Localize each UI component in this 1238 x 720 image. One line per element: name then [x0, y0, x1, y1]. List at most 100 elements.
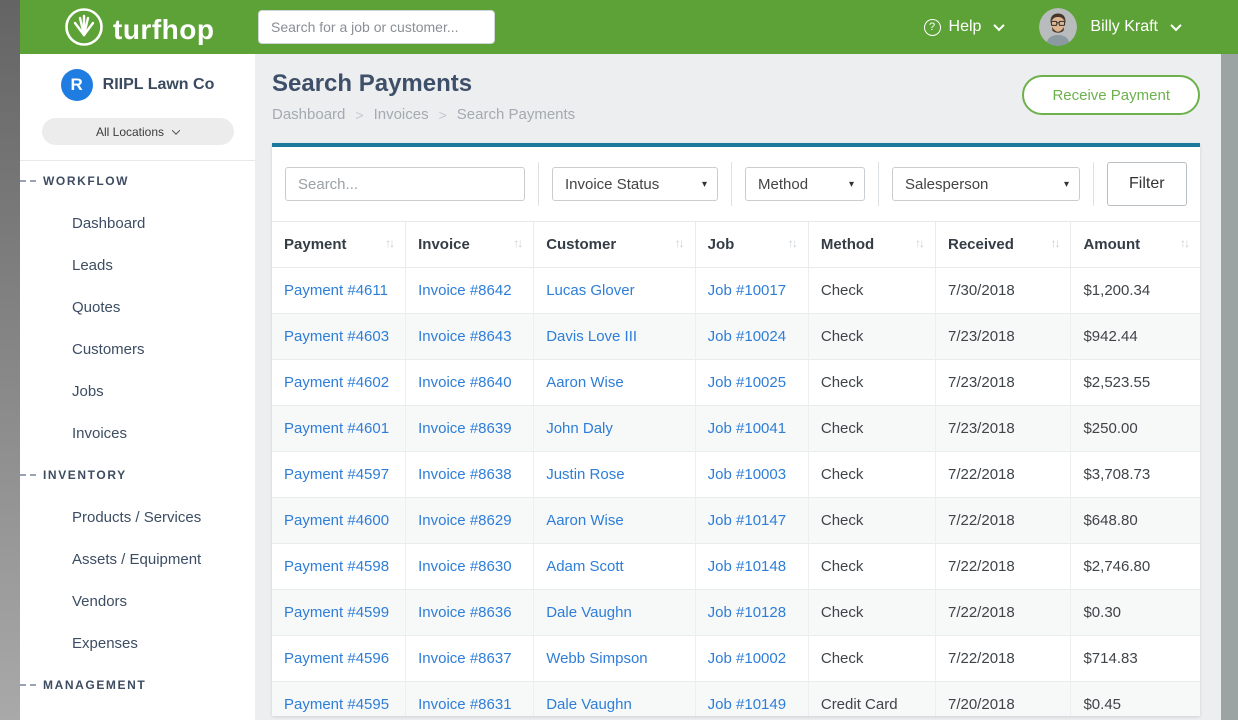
payment-link[interactable]: Payment #4603: [284, 328, 389, 345]
job-link[interactable]: Job #10148: [708, 558, 786, 575]
payment-link[interactable]: Payment #4596: [284, 650, 389, 667]
cell-value: $1,200.34: [1083, 282, 1150, 299]
sidebar-item-customers[interactable]: Customers: [20, 328, 255, 370]
sidebar-item-quotes[interactable]: Quotes: [20, 286, 255, 328]
sidebar-item-dashboard[interactable]: Dashboard: [20, 202, 255, 244]
customer-link[interactable]: Justin Rose: [546, 466, 624, 483]
cell-payment: Payment #4597: [272, 452, 406, 498]
brand-logo[interactable]: turfhop: [64, 7, 214, 52]
help-label: Help: [949, 18, 982, 36]
user-avatar[interactable]: [1039, 8, 1077, 46]
customer-link[interactable]: Dale Vaughn: [546, 604, 632, 621]
payment-link[interactable]: Payment #4599: [284, 604, 389, 621]
payment-link[interactable]: Payment #4600: [284, 512, 389, 529]
sidebar-item-leads[interactable]: Leads: [20, 244, 255, 286]
customer-link[interactable]: John Daly: [546, 420, 613, 437]
cell-invoice: Invoice #8629: [406, 498, 534, 544]
receive-payment-button[interactable]: Receive Payment: [1022, 75, 1200, 115]
invoice-link[interactable]: Invoice #8630: [418, 558, 511, 575]
grass-logo-icon: [64, 7, 104, 52]
cell-method: Check: [808, 452, 935, 498]
filter-button[interactable]: Filter: [1107, 162, 1187, 206]
help-menu[interactable]: ? Help: [924, 18, 1004, 36]
column-header-method[interactable]: Method↑↓: [808, 222, 935, 268]
breadcrumb-invoices[interactable]: Invoices: [374, 106, 429, 123]
payments-card: Invoice Status▾Method▾Salesperson▾ Filte…: [272, 143, 1200, 716]
sidebar-item-products-services[interactable]: Products / Services: [20, 496, 255, 538]
breadcrumb-dashboard[interactable]: Dashboard: [272, 106, 345, 123]
job-link[interactable]: Job #10024: [708, 328, 786, 345]
column-header-job[interactable]: Job↑↓: [695, 222, 808, 268]
method-select[interactable]: Method▾: [745, 167, 865, 201]
invoice-link[interactable]: Invoice #8642: [418, 282, 511, 299]
cell-received: 7/23/2018: [935, 360, 1070, 406]
column-header-amount[interactable]: Amount↑↓: [1071, 222, 1200, 268]
select-value: Salesperson: [905, 176, 988, 193]
user-chevron-down-icon[interactable]: [1170, 20, 1181, 31]
job-link[interactable]: Job #10003: [708, 466, 786, 483]
column-header-invoice[interactable]: Invoice↑↓: [406, 222, 534, 268]
cell-amount: $3,708.73: [1071, 452, 1200, 498]
customer-link[interactable]: Lucas Glover: [546, 282, 634, 299]
filter-group-salesperson: Salesperson▾: [878, 162, 1093, 206]
payment-link[interactable]: Payment #4601: [284, 420, 389, 437]
invoice-link[interactable]: Invoice #8638: [418, 466, 511, 483]
invoice-link[interactable]: Invoice #8640: [418, 374, 511, 391]
customer-link[interactable]: Adam Scott: [546, 558, 624, 575]
customer-link[interactable]: Davis Love III: [546, 328, 637, 345]
customer-link[interactable]: Aaron Wise: [546, 374, 624, 391]
sort-icon: ↑↓: [915, 236, 923, 250]
column-header-customer[interactable]: Customer↑↓: [534, 222, 695, 268]
locations-label: All Locations: [96, 125, 164, 139]
sidebar-item-expenses[interactable]: Expenses: [20, 622, 255, 664]
user-name[interactable]: Billy Kraft: [1090, 18, 1158, 36]
cell-value: 7/30/2018: [948, 282, 1015, 299]
payment-link[interactable]: Payment #4602: [284, 374, 389, 391]
job-link[interactable]: Job #10128: [708, 604, 786, 621]
column-label: Customer: [546, 236, 616, 253]
payment-link[interactable]: Payment #4611: [284, 282, 388, 299]
cell-value: Check: [821, 558, 864, 575]
job-link[interactable]: Job #10041: [708, 420, 786, 437]
cell-value: 7/22/2018: [948, 558, 1015, 575]
global-search-input[interactable]: [258, 10, 495, 44]
invoice-link[interactable]: Invoice #8629: [418, 512, 511, 529]
sidebar-item-jobs[interactable]: Jobs: [20, 370, 255, 412]
invoice-link[interactable]: Invoice #8631: [418, 696, 511, 713]
customer-link[interactable]: Dale Vaughn: [546, 696, 632, 713]
job-link[interactable]: Job #10025: [708, 374, 786, 391]
cell-job: Job #10002: [695, 636, 808, 682]
breadcrumb-separator-icon: >: [355, 107, 363, 123]
sidebar-item-invoices[interactable]: Invoices: [20, 412, 255, 454]
job-link[interactable]: Job #10147: [708, 512, 786, 529]
column-header-payment[interactable]: Payment↑↓: [272, 222, 406, 268]
cell-amount: $942.44: [1071, 314, 1200, 360]
customer-link[interactable]: Webb Simpson: [546, 650, 647, 667]
payment-link[interactable]: Payment #4595: [284, 696, 389, 713]
salesperson-select[interactable]: Salesperson▾: [892, 167, 1080, 201]
invoice-link[interactable]: Invoice #8637: [418, 650, 511, 667]
sidebar-item-assets-equipment[interactable]: Assets / Equipment: [20, 538, 255, 580]
job-link[interactable]: Job #10149: [708, 696, 786, 713]
column-header-received[interactable]: Received↑↓: [935, 222, 1070, 268]
customer-link[interactable]: Aaron Wise: [546, 512, 624, 529]
sidebar-item-vendors[interactable]: Vendors: [20, 580, 255, 622]
payment-link[interactable]: Payment #4598: [284, 558, 389, 575]
payment-link[interactable]: Payment #4597: [284, 466, 389, 483]
caret-down-icon: ▾: [702, 179, 707, 190]
invoice-link[interactable]: Invoice #8643: [418, 328, 511, 345]
cell-value: $714.83: [1083, 650, 1137, 667]
invoice-link[interactable]: Invoice #8636: [418, 604, 511, 621]
job-link[interactable]: Job #10002: [708, 650, 786, 667]
table-row: Payment #4598 Invoice #8630 Adam Scott Job …: [272, 544, 1200, 590]
filter-search-input[interactable]: [285, 167, 525, 201]
table-row: Payment #4597 Invoice #8638 Justin Rose Job…: [272, 452, 1200, 498]
locations-dropdown[interactable]: All Locations: [42, 118, 234, 145]
invoice-link[interactable]: Invoice #8639: [418, 420, 511, 437]
invoice-status-select[interactable]: Invoice Status▾: [552, 167, 718, 201]
cell-value: Check: [821, 420, 864, 437]
column-label: Received: [948, 236, 1014, 253]
job-link[interactable]: Job #10017: [708, 282, 786, 299]
cell-value: Check: [821, 604, 864, 621]
sort-icon: ↑↓: [1180, 236, 1188, 250]
